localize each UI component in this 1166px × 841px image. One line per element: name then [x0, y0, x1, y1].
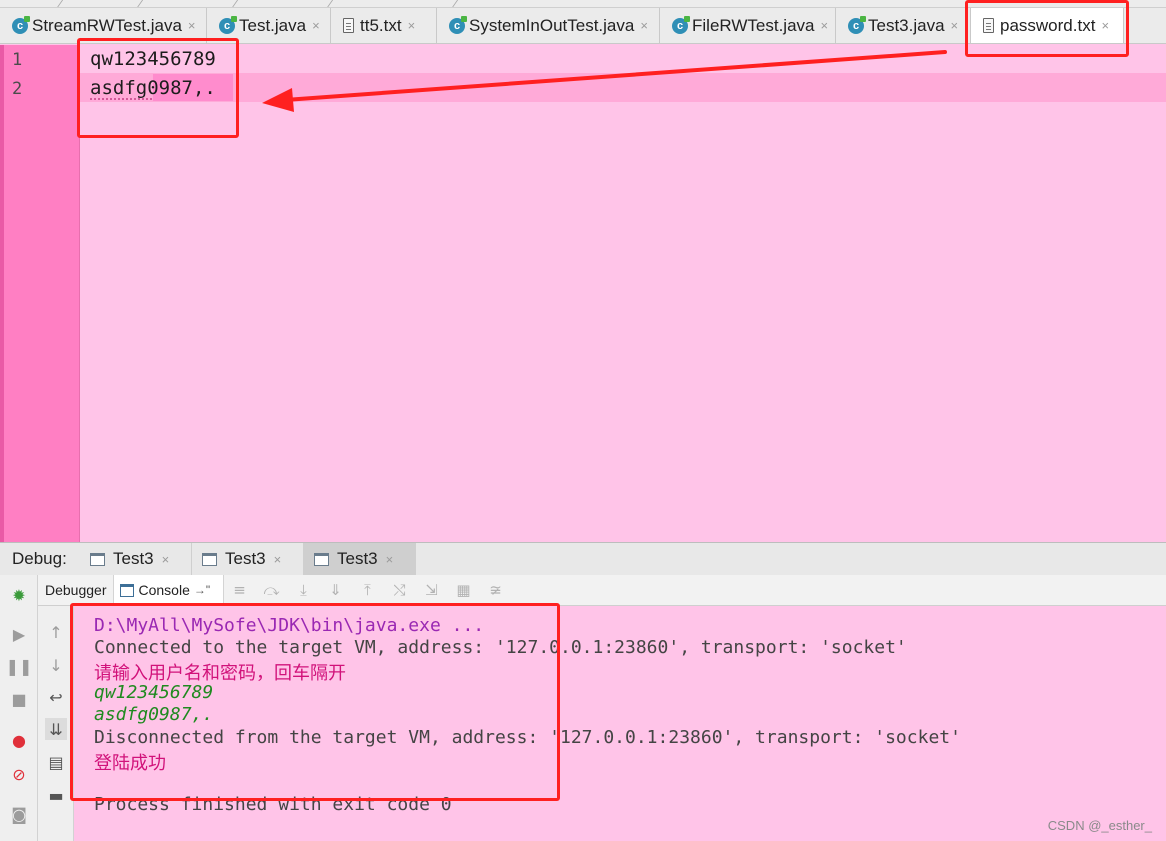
annotation-box-tab — [965, 0, 1129, 57]
trash-icon[interactable]: ▬ — [45, 784, 67, 806]
pause-icon[interactable]: ❚❚ — [6, 655, 33, 677]
debugger-label: Debugger — [45, 582, 107, 598]
step-over-icon[interactable]: ⤼ — [261, 579, 283, 601]
evaluate-icon[interactable]: ▦ — [453, 579, 475, 601]
line-number: 1 — [12, 50, 23, 70]
session-label: Test3 — [337, 549, 378, 568]
text-file-icon — [343, 18, 354, 33]
print-icon[interactable]: ▤ — [45, 751, 67, 773]
tab-label: Test3.java — [868, 15, 945, 35]
debug-tool-window-header: Debug: Test3 × Test3 × Test3 × — [0, 542, 1166, 576]
close-icon[interactable]: × — [951, 18, 959, 33]
force-step-into-icon[interactable]: ⇓ — [325, 579, 347, 601]
debug-sub-toolbar: Debugger Console →" ≡ ⤼ ⤓ ⇓ ⤒ ⤭ ⇲ ▦ ≆ — [38, 574, 1166, 606]
drop-frame-icon[interactable]: ⤭ — [389, 579, 411, 601]
breadcrumb-separator — [55, 0, 66, 7]
mute-breakpoints-icon[interactable]: ⊘ — [8, 763, 30, 785]
editor-area[interactable] — [81, 45, 1166, 542]
scroll-to-end-icon[interactable]: ⇊ — [45, 718, 67, 740]
camera-icon[interactable]: ◙ — [8, 803, 30, 825]
breakpoints-icon[interactable]: ● — [8, 729, 30, 751]
line-number: 2 — [12, 79, 23, 99]
close-icon[interactable]: × — [408, 18, 416, 33]
session-label: Test3 — [225, 549, 266, 568]
menu-lines-icon[interactable]: ≡ — [229, 579, 251, 601]
gutter-strip — [0, 45, 4, 542]
java-class-icon: c — [12, 15, 30, 34]
java-class-icon: c — [219, 15, 237, 34]
close-icon[interactable]: × — [162, 552, 170, 567]
breadcrumb-separator — [135, 0, 146, 7]
tab-systeminouttest[interactable]: c SystemInOutTest.java × — [437, 8, 660, 43]
trace-icon[interactable]: ≆ — [485, 579, 507, 601]
tab-label: Test.java — [239, 15, 307, 35]
tab-filerwtest[interactable]: c FileRWTest.java × — [660, 8, 836, 43]
soft-wrap-icon[interactable]: ↩ — [45, 686, 67, 708]
resume-icon[interactable]: ▶ — [8, 623, 30, 645]
tab-label: StreamRWTest.java — [32, 15, 182, 35]
up-arrow-icon[interactable]: ↑ — [45, 621, 67, 643]
breadcrumb-separator — [230, 0, 241, 7]
debug-session-tab[interactable]: Test3 × — [304, 542, 416, 576]
close-icon[interactable]: × — [188, 18, 196, 33]
down-arrow-icon[interactable]: ↓ — [45, 654, 67, 676]
close-icon[interactable]: × — [640, 18, 648, 33]
line-number-gutter — [0, 45, 80, 542]
debug-session-tab[interactable]: Test3 × — [192, 542, 304, 576]
java-class-icon: c — [672, 15, 690, 34]
console-left-toolbar: ↑ ↓ ↩ ⇊ ▤ ▬ — [38, 606, 74, 841]
stop-icon[interactable]: ■ — [8, 688, 30, 710]
session-label: Test3 — [113, 549, 154, 568]
run-config-icon — [314, 552, 329, 566]
console-label: Console — [138, 582, 190, 598]
debug-left-toolbar: ✹ ▶ ❚❚ ■ ● ⊘ ◙ — [0, 575, 38, 841]
run-config-icon — [90, 552, 105, 566]
run-config-icon — [202, 552, 217, 566]
tab-debugger[interactable]: Debugger — [38, 574, 114, 606]
close-icon[interactable]: × — [821, 18, 829, 33]
pin-arrow-icon[interactable]: →" — [194, 583, 210, 597]
tab-label: tt5.txt — [360, 15, 402, 35]
tab-console[interactable]: Console →" — [113, 574, 224, 606]
java-class-icon: c — [449, 15, 467, 34]
step-out-icon[interactable]: ⤒ — [357, 579, 379, 601]
watermark: CSDN @_esther_ — [1047, 818, 1152, 833]
close-icon[interactable]: × — [274, 552, 282, 567]
close-icon[interactable]: × — [386, 552, 394, 567]
annotation-box-editor — [77, 38, 239, 138]
close-icon[interactable]: × — [312, 18, 320, 33]
breadcrumb-separator — [325, 0, 336, 7]
tab-label: SystemInOutTest.java — [469, 15, 635, 35]
tab-tt5[interactable]: tt5.txt × — [331, 8, 437, 43]
run-to-cursor-icon[interactable]: ⇲ — [421, 579, 443, 601]
annotation-box-console — [70, 603, 560, 801]
step-into-icon[interactable]: ⤓ — [293, 579, 315, 601]
debug-label: Debug: — [12, 549, 67, 568]
debug-bug-icon[interactable]: ✹ — [8, 584, 30, 606]
tab-label: FileRWTest.java — [692, 15, 815, 35]
java-class-icon: c — [848, 15, 866, 34]
console-icon — [119, 583, 134, 597]
breadcrumb-separator — [450, 0, 461, 7]
debug-session-tab[interactable]: Test3 × — [80, 542, 192, 576]
tab-test3[interactable]: c Test3.java × — [836, 8, 971, 43]
